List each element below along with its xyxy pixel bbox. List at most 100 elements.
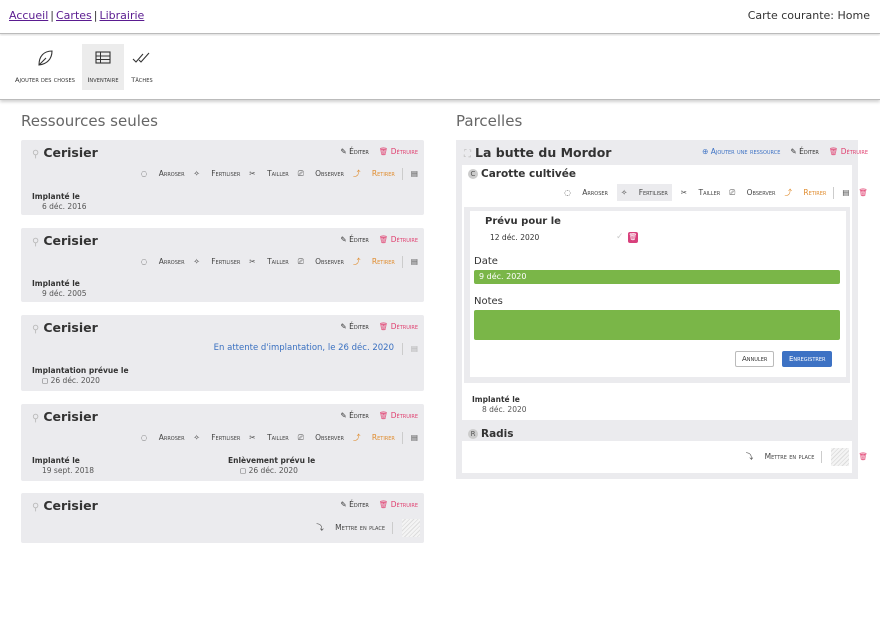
card-header-actions: ✎ Éditer 🗑 Détruire [340, 411, 418, 420]
action-row: ⤵ Mettre en place [307, 519, 420, 537]
tool-tasks[interactable]: Tâches [127, 44, 157, 90]
nav-link-librairie[interactable]: Librairie [99, 9, 144, 22]
divider [392, 522, 393, 534]
save-button[interactable]: Enregistrer [782, 351, 833, 367]
water-label: Arroser [158, 169, 185, 178]
prune-label: Tailler [698, 188, 721, 197]
destroy-button[interactable]: 🗑 Détruire [829, 147, 868, 156]
cancel-button[interactable]: Annuler [735, 351, 775, 367]
observe-button[interactable]: ⎚ Observer [298, 169, 344, 178]
fertilize-label: Fertiliser [638, 188, 668, 197]
place-button[interactable]: ⤵ Mettre en place [746, 452, 815, 461]
divider [833, 187, 835, 199]
remove-button[interactable]: ⤴ Retirer [353, 169, 395, 178]
remove-label: Retirer [803, 188, 827, 197]
plot-resource-name-text: Carotte cultivée [481, 168, 577, 180]
edit-button[interactable]: ✎ Éditer [340, 147, 368, 156]
breadcrumb-separator: | [93, 9, 98, 22]
trash-icon[interactable]: 🗑 [858, 188, 868, 197]
nav-link-accueil[interactable]: Accueil [9, 9, 48, 22]
disabled-calendar-icon [402, 519, 420, 537]
resource-letter-badge: C [468, 169, 478, 179]
tool-label: Ajouter des choses [14, 76, 75, 84]
resource-name-text: Cerisier [43, 233, 98, 248]
prune-button[interactable]: ✂ Tailler [249, 169, 288, 178]
tool-add-things[interactable]: Ajouter des choses [14, 44, 76, 90]
fertilize-button[interactable]: ✧ Fertiliser [617, 184, 672, 201]
observe-button[interactable]: ⎚ Observer [729, 188, 775, 197]
prune-label: Tailler [267, 433, 289, 442]
observe-button[interactable]: ⎚ Observer [298, 257, 344, 266]
edit-button[interactable]: ✎ Éditer [790, 147, 818, 156]
fertilize-label: Fertiliser [211, 433, 241, 442]
resource-card: ⚲ Cerisier ✎ Éditer 🗑 Détruire ⤵ Mettre en… [21, 493, 424, 543]
double-check-icon [127, 48, 157, 70]
prune-button[interactable]: ✂ Tailler [681, 188, 720, 197]
water-button[interactable]: ◌ Arroser [141, 433, 185, 442]
calendar-icon[interactable]: ▤ [411, 169, 418, 178]
info-value-text: 26 déc. 2020 [50, 376, 100, 385]
divider [401, 168, 403, 180]
destroy-button[interactable]: 🗑 Détruire [379, 235, 418, 244]
fertilize-label: Fertiliser [211, 169, 241, 178]
prune-button[interactable]: ✂ Tailler [249, 257, 288, 266]
plot-resource-name-text: Radis [481, 428, 514, 440]
fertilize-button[interactable]: ✧ Fertiliser [194, 433, 241, 442]
card-header-actions: ✎ Éditer 🗑 Détruire [340, 500, 418, 509]
add-resource-button[interactable]: ⊕ Ajouter une ressource [702, 147, 780, 156]
info-label: Implanté le [472, 395, 520, 404]
destroy-button[interactable]: 🗑 Détruire [379, 411, 418, 420]
edit-button[interactable]: ✎ Éditer [340, 500, 368, 509]
date-value: 9 déc. 2020 [479, 272, 527, 281]
edit-button[interactable]: ✎ Éditer [340, 411, 368, 420]
breadcrumb-separator: | [50, 9, 54, 22]
water-button[interactable]: ◌ Arroser [564, 188, 608, 197]
date-label: Date [474, 256, 498, 267]
card-header-actions: ✎ Éditer 🗑 Détruire [340, 147, 418, 156]
calendar-icon[interactable]: ▤ [411, 257, 418, 266]
destroy-label: Détruire [390, 411, 418, 420]
card-header-actions: ✎ Éditer 🗑 Détruire [340, 322, 418, 331]
date-field[interactable]: 9 déc. 2020 [474, 270, 840, 284]
tool-inventory[interactable]: Inventaire [82, 44, 124, 90]
observe-label: Observer [315, 257, 344, 266]
edit-label: Éditer [349, 147, 369, 156]
prune-label: Tailler [267, 169, 289, 178]
destroy-button[interactable]: 🗑 Détruire [379, 147, 418, 156]
edit-button[interactable]: ✎ Éditer [340, 235, 368, 244]
calendar-icon[interactable]: ▤ [411, 344, 418, 353]
prune-button[interactable]: ✂ Tailler [249, 433, 288, 442]
destroy-button[interactable]: 🗑 Détruire [379, 500, 418, 509]
plot-icon: ⛶ [464, 149, 471, 160]
water-button[interactable]: ◌ Arroser [141, 169, 185, 178]
disabled-calendar-icon [831, 448, 850, 466]
delete-planned-button[interactable]: 🗑 [628, 232, 638, 244]
notes-field[interactable] [474, 310, 840, 340]
place-button[interactable]: ⤵ Mettre en place [316, 523, 385, 532]
divider [401, 343, 403, 355]
pin-icon: ⚲ [32, 502, 40, 513]
water-button[interactable]: ◌ Arroser [141, 257, 185, 266]
calendar-icon[interactable]: ▤ [411, 433, 418, 442]
remove-button[interactable]: ⤴ Retirer [353, 433, 395, 442]
info-label: Implantation prévue le [32, 366, 129, 375]
trash-icon[interactable]: 🗑 [858, 452, 868, 461]
info-value: ◻ 26 déc. 2020 [240, 466, 298, 475]
action-row: ◌ Arroser ✧ Fertiliser ✂ Tailler ⎚ Observer… [132, 256, 418, 268]
observe-button[interactable]: ⎚ Observer [298, 433, 344, 442]
resource-card: ⚲ Cerisier ✎ Éditer 🗑 Détruire ◌ Arroser ✧ … [21, 404, 424, 481]
destroy-button[interactable]: 🗑 Détruire [379, 322, 418, 331]
fertilize-button[interactable]: ✧ Fertiliser [194, 257, 241, 266]
check-icon[interactable]: ✓ [616, 232, 624, 242]
resource-name: ⚲ Cerisier [32, 233, 98, 248]
fertilize-button[interactable]: ✧ Fertiliser [194, 169, 241, 178]
edit-button[interactable]: ✎ Éditer [340, 322, 368, 331]
info-value: ◻ 26 déc. 2020 [42, 376, 100, 385]
nav-link-cartes[interactable]: Cartes [56, 9, 92, 22]
remove-button[interactable]: ⤴ Retirer [353, 257, 395, 266]
plot-name: ⛶ La butte du Mordor [464, 145, 611, 160]
plot-header-actions: ⊕ Ajouter une ressource ✎ Éditer 🗑 Détruir… [702, 147, 868, 156]
destroy-label: Détruire [390, 235, 418, 244]
remove-button[interactable]: ⤴ Retirer [784, 188, 826, 197]
calendar-icon[interactable]: ▤ [842, 188, 849, 197]
